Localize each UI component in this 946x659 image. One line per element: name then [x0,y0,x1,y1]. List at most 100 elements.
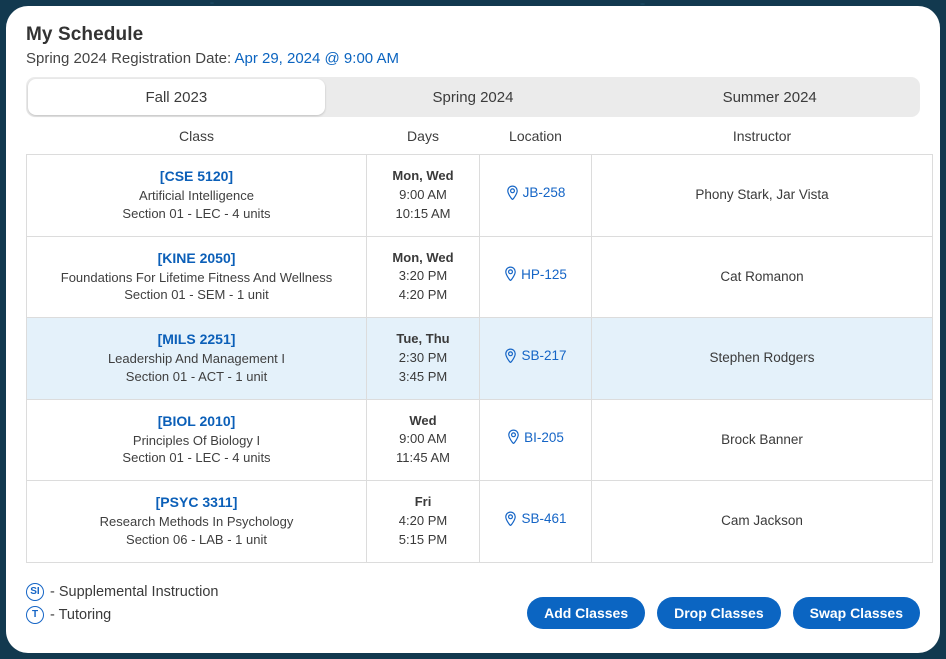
course-code-link[interactable]: [PSYC 3311] [33,494,360,510]
registration-date-value: Apr 29, 2024 @ 9:00 AM [234,50,399,67]
tab-spring-2024[interactable]: Spring 2024 [325,79,622,115]
cell-class: [PSYC 3311] Research Methods In Psycholog… [27,481,367,563]
cell-location: SB-217 [480,318,592,400]
course-section: Section 01 - LEC - 4 units [33,205,360,223]
cell-location: HP-125 [480,236,592,318]
course-section: Section 06 - LAB - 1 unit [33,531,360,549]
page-title: My Schedule [26,24,920,46]
cell-instructor: Cat Romanon [592,236,933,318]
location-link[interactable]: BI-205 [507,429,564,445]
cell-days: Fri4:20 PM5:15 PM [367,481,480,563]
cell-class: [MILS 2251]Leadership And Management ISe… [27,318,367,400]
column-header-instructor: Instructor [592,119,933,155]
legend-item-si: SI - Supplemental Instruction [26,583,218,601]
circled-si-icon: SI [26,583,44,601]
location-link[interactable]: SB-461 [504,511,566,527]
cell-location: BI-205 [480,399,592,481]
cell-class: [BIOL 2010] Principles Of Biology ISectio… [27,399,367,481]
action-buttons: Add Classes Drop Classes Swap Classes [527,597,920,629]
course-title: Leadership And Management I [33,350,360,368]
column-header-location: Location [480,119,592,155]
legend-label-si: - Supplemental Instruction [50,584,218,600]
location-link[interactable]: SB-217 [504,348,566,364]
tab-fall-2023[interactable]: Fall 2023 [28,79,325,115]
table-row: [KINE 2050] Foundations For Lifetime Fitn… [27,236,933,318]
cell-instructor: Brock Banner [592,399,933,481]
cell-location: JB-258 [480,155,592,237]
cell-location: SB-461 [480,481,592,563]
cell-class: [KINE 2050] Foundations For Lifetime Fitn… [27,236,367,318]
table-header-row: Class Days Location Instructor [27,119,933,155]
end-time: 3:45 PM [373,368,473,387]
cell-instructor: Phony Stark, Jar Vista [592,155,933,237]
drop-classes-button[interactable]: Drop Classes [657,597,780,629]
cell-instructor: Stephen Rodgers [592,318,933,400]
start-time: 9:00 AM [373,430,473,449]
location-label: JB-258 [523,185,566,200]
backdrop-speck [210,2,214,4]
course-title: Research Methods In Psychology [33,513,360,531]
schedule-table: Class Days Location Instructor [CSE 5120… [26,119,933,563]
table-row: [MILS 2251]Leadership And Management ISe… [27,318,933,400]
backdrop-speck [640,3,645,5]
start-time: 3:20 PM [373,267,473,286]
location-label: HP-125 [521,267,567,282]
schedule-card: My Schedule Spring 2024 Registration Dat… [6,6,940,653]
cell-instructor: Cam Jackson [592,481,933,563]
meeting-days: Mon, Wed [373,249,473,268]
course-code-link[interactable]: [BIOL 2010] [33,413,360,429]
location-label: SB-461 [521,511,566,526]
cell-days: Mon, Wed9:00 AM10:15 AM [367,155,480,237]
course-code-link[interactable]: [CSE 5120] [33,168,360,184]
end-time: 4:20 PM [373,286,473,305]
course-title: Principles Of Biology I [33,432,360,450]
card-footer: SI - Supplemental Instruction T - Tutori… [26,583,920,629]
column-header-days: Days [367,119,480,155]
schedule-table-body: [CSE 5120]Artificial IntelligenceSection… [27,155,933,563]
legend-item-tutoring: T - Tutoring [26,606,218,624]
cell-days: Tue, Thu2:30 PM3:45 PM [367,318,480,400]
term-tabs: Fall 2023 Spring 2024 Summer 2024 [26,77,920,117]
tab-summer-2024[interactable]: Summer 2024 [621,79,918,115]
location-label: BI-205 [524,430,564,445]
location-pin-icon [507,429,520,445]
legend-label-tutoring: - Tutoring [50,607,111,623]
location-pin-icon [504,511,517,527]
start-time: 9:00 AM [373,186,473,205]
meeting-days: Mon, Wed [373,167,473,186]
course-section: Section 01 - SEM - 1 unit [33,286,360,304]
course-section: Section 01 - LEC - 4 units [33,449,360,467]
start-time: 4:20 PM [373,512,473,531]
end-time: 5:15 PM [373,531,473,550]
table-row: [BIOL 2010] Principles Of Biology ISectio… [27,399,933,481]
registration-date-line: Spring 2024 Registration Date: Apr 29, 2… [26,50,920,67]
instructor-name: Cam Jackson [721,513,803,528]
add-classes-button[interactable]: Add Classes [527,597,645,629]
cell-days: Wed9:00 AM11:45 AM [367,399,480,481]
registration-date-label: Spring 2024 Registration Date: [26,50,231,67]
course-title: Foundations For Lifetime Fitness And Wel… [33,269,360,287]
cell-class: [CSE 5120] Artificial IntelligenceSection… [27,155,367,237]
course-code-link[interactable]: [MILS 2251] [33,331,360,347]
circled-t-icon: T [26,606,44,624]
location-pin-icon [506,185,519,201]
instructor-name: Cat Romanon [720,269,803,284]
instructor-name: Phony Stark, Jar Vista [695,187,828,202]
location-pin-icon [504,266,517,282]
location-pin-icon [504,348,517,364]
end-time: 10:15 AM [373,205,473,224]
instructor-name: Stephen Rodgers [709,350,814,365]
start-time: 2:30 PM [373,349,473,368]
location-label: SB-217 [521,348,566,363]
table-row: [CSE 5120] Artificial IntelligenceSection… [27,155,933,237]
end-time: 11:45 AM [373,449,473,468]
course-title: Artificial Intelligence [33,187,360,205]
cell-days: Mon, Wed3:20 PM4:20 PM [367,236,480,318]
swap-classes-button[interactable]: Swap Classes [793,597,920,629]
location-link[interactable]: JB-258 [506,185,566,201]
column-header-class: Class [27,119,367,155]
course-code-link[interactable]: [KINE 2050] [33,250,360,266]
location-link[interactable]: HP-125 [504,266,567,282]
meeting-days: Tue, Thu [373,330,473,349]
table-row: [PSYC 3311] Research Methods In Psycholog… [27,481,933,563]
